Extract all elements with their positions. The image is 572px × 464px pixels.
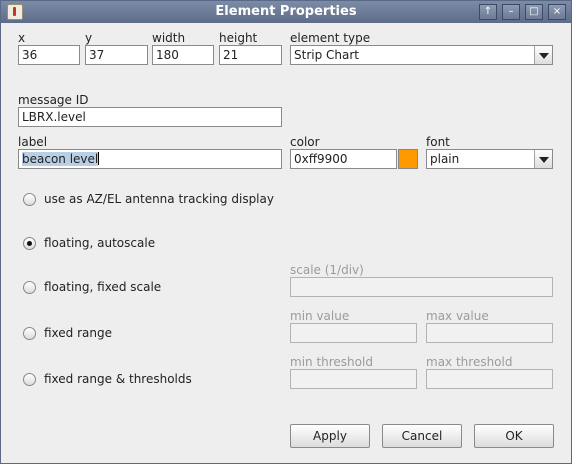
apply-button[interactable]: Apply <box>290 424 370 448</box>
min-value-label: min value <box>290 309 350 323</box>
chevron-down-icon[interactable] <box>534 46 552 64</box>
color-swatch[interactable] <box>398 149 418 169</box>
radio-fixed-range[interactable] <box>23 327 36 340</box>
radio-fixed-range-label[interactable]: fixed range <box>44 326 112 340</box>
radio-fixed-range-thresholds[interactable] <box>23 373 36 386</box>
cancel-button[interactable]: Cancel <box>382 424 462 448</box>
max-threshold-label: max threshold <box>426 355 513 369</box>
y-field[interactable]: 37 <box>85 45 148 65</box>
min-threshold-label: min threshold <box>290 355 373 369</box>
height-field[interactable]: 21 <box>219 45 282 65</box>
title-bar[interactable]: Element Properties ↑ – □ × <box>1 1 571 23</box>
radio-azel-tracking[interactable] <box>23 193 36 206</box>
radio-azel-tracking-label[interactable]: use as AZ/EL antenna tracking display <box>44 192 274 206</box>
x-label: x <box>18 31 26 45</box>
message-id-label: message ID <box>18 93 89 107</box>
maximize-button[interactable]: □ <box>525 4 543 20</box>
scale-label: scale (1/div) <box>290 263 364 277</box>
scale-field[interactable] <box>290 277 553 297</box>
chevron-down-icon[interactable] <box>534 150 552 168</box>
close-button[interactable]: × <box>548 4 566 20</box>
font-label: font <box>426 135 450 149</box>
color-field[interactable]: 0xff9900 <box>290 149 397 169</box>
max-value-field[interactable] <box>426 323 553 343</box>
element-type-select[interactable]: Strip Chart <box>290 45 553 65</box>
y-label: y <box>85 31 93 45</box>
width-label: width <box>152 31 186 45</box>
font-value: plain <box>430 152 460 166</box>
ok-button[interactable]: OK <box>474 424 554 448</box>
minimize-button[interactable]: – <box>502 4 520 20</box>
arrow-up-icon[interactable]: ↑ <box>479 4 497 20</box>
x-field[interactable]: 36 <box>18 45 80 65</box>
label-value: beacon level <box>22 152 99 166</box>
element-type-value: Strip Chart <box>294 48 359 62</box>
label-field[interactable]: beacon level <box>18 149 282 169</box>
width-field[interactable]: 180 <box>152 45 214 65</box>
element-properties-dialog: Element Properties ↑ – □ × x 36 y 37 wid… <box>0 0 572 464</box>
font-select[interactable]: plain <box>426 149 553 169</box>
min-threshold-field[interactable] <box>290 369 417 389</box>
height-label: height <box>219 31 258 45</box>
radio-floating-autoscale-label[interactable]: floating, autoscale <box>44 236 155 250</box>
color-label: color <box>290 135 320 149</box>
radio-floating-fixed-scale[interactable] <box>23 281 36 294</box>
radio-floating-fixed-scale-label[interactable]: floating, fixed scale <box>44 280 161 294</box>
label-label: label <box>18 135 48 149</box>
min-value-field[interactable] <box>290 323 417 343</box>
element-type-label: element type <box>290 31 371 45</box>
message-id-field[interactable]: LBRX.level <box>18 107 282 127</box>
radio-floating-autoscale[interactable] <box>23 237 36 250</box>
text-cursor <box>98 152 100 165</box>
max-value-label: max value <box>426 309 489 323</box>
radio-fixed-range-thresholds-label[interactable]: fixed range & thresholds <box>44 372 192 386</box>
max-threshold-field[interactable] <box>426 369 553 389</box>
